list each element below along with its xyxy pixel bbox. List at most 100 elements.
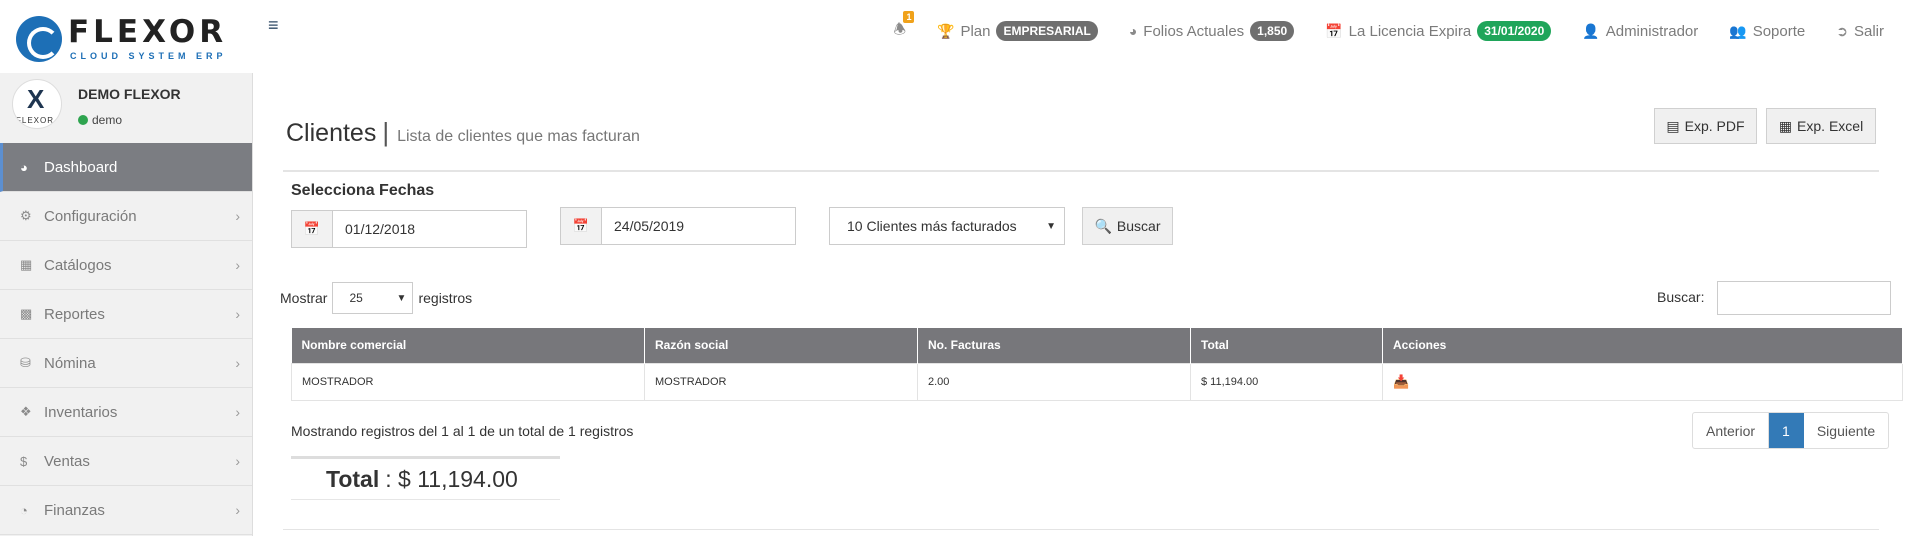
inbox-icon[interactable]: 📥 [1393,374,1409,389]
table-search-label: Buscar: [1657,289,1705,305]
sidebar-item-label: Reportes [44,305,105,323]
avatar-x-mark: X [27,84,45,114]
avatar: X FLEXOR [12,79,62,129]
user-label: Administrador [1605,22,1699,40]
date-from-input[interactable]: 01/12/2018 [333,210,527,248]
cell-razon: MOSTRADOR [644,362,918,401]
sidebar-item-label: Configuración [44,207,137,225]
chevron-right-icon: › [235,453,240,469]
user-profile: X FLEXOR DEMO FLEXOR demo [0,73,252,143]
column-header[interactable]: Total [1190,328,1383,363]
pager-page-1[interactable]: 1 [1769,413,1804,448]
sidebar-item-label: Dashboard [44,158,118,176]
tachometer-icon: ◕ [1128,23,1138,39]
license-indicator[interactable]: 📅 La Licencia Expira 31/01/2020 [1325,21,1552,41]
dollar-icon: $ [20,453,28,469]
pagination: Anterior 1 Siguiente [1692,412,1890,449]
flexor-logo[interactable]: FLEXOR CLOUD SYSTEM ERP [16,13,240,65]
sidebar-item-ventas[interactable]: $ Ventas › [0,437,252,486]
sidebar-toggle-icon[interactable]: ≡ [268,15,279,36]
pager-next[interactable]: Siguiente [1804,413,1888,448]
bottom-divider [283,529,1879,530]
sidebar-item-nomina[interactable]: ⛁ Nómina › [0,339,252,388]
date-from-group: 📅 01/12/2018 [291,210,527,248]
table-search-input[interactable] [1717,281,1891,315]
sidebar-item-label: Inventarios [44,403,118,421]
logo-text: FLEXOR [68,14,228,50]
gears-icon: ⚙ [20,208,32,223]
search-button[interactable]: 🔍 Buscar [1082,207,1173,245]
sidebar-item-reportes[interactable]: ▩ Reportes › [0,290,252,339]
plan-indicator[interactable]: 🏆 Plan EMPRESARIAL [937,21,1098,41]
date-to-input[interactable]: 24/05/2019 [602,207,796,245]
logo-tagline: CLOUD SYSTEM ERP [70,51,227,61]
sidebar-item-catalogos[interactable]: ▦ Catálogos › [0,241,252,290]
database-icon: ⛁ [20,355,31,370]
support-label: Soporte [1752,22,1806,40]
cell-nombre: MOSTRADOR [291,362,645,401]
dashboard-icon: ◕ [20,159,28,175]
notifications-button[interactable]: 🕭 1 [893,11,915,43]
cell-acciones: 📥 [1382,362,1903,401]
folios-indicator[interactable]: ◕ Folios Actuales 1,850 [1128,21,1295,41]
search-button-label: Buscar [1116,218,1161,234]
sidebar-item-label: Catálogos [44,256,112,274]
page-length-select[interactable]: 25 ▼ [332,282,414,314]
plan-badge: EMPRESARIAL [996,21,1098,41]
sidebar-item-configuracion[interactable]: ⚙ Configuración › [0,192,252,241]
export-pdf-label: Exp. PDF [1684,118,1745,134]
top-clients-select[interactable]: 10 Clientes más facturados ▼ [829,207,1065,245]
calendar-icon[interactable]: 📅 [291,210,333,248]
logout-link[interactable]: ➲ Salir [1836,23,1884,40]
chevron-right-icon: › [235,404,240,420]
chevron-right-icon: › [235,502,240,518]
logo-cloud-icon [16,16,62,62]
table-row: MOSTRADOR MOSTRADOR 2.00 $ 11,194.00 📥 [291,362,1903,401]
user-icon: 👤 [1582,22,1600,39]
plan-label: Plan [960,22,991,40]
folios-badge: 1,850 [1250,21,1295,41]
main-content: Clientes | Lista de clientes que mas fac… [253,73,1912,536]
logout-label: Salir [1853,22,1884,40]
bell-icon: 🕭 1 [893,11,915,43]
bar-chart-icon: ▩ [20,306,33,321]
calendar-icon[interactable]: 📅 [560,207,602,245]
table-info: Mostrando registros del 1 al 1 de un tot… [291,423,634,439]
top-nav-items: 🕭 1 🏆 Plan EMPRESARIAL ◕ Folios Actuales … [893,11,1884,43]
search-icon: 🔍 [1094,217,1112,234]
pager-prev[interactable]: Anterior [1693,413,1770,448]
column-header[interactable]: Acciones [1382,328,1903,363]
sidebar-item-inventarios[interactable]: ❖ Inventarios › [0,388,252,437]
page-subtitle: Lista de clientes que mas facturan [397,128,640,145]
column-header[interactable]: Nombre comercial [291,328,645,363]
notifications-badge: 1 [903,11,915,23]
sidebar-item-label: Nómina [44,354,96,372]
pie-chart-icon: ◔ [20,502,28,518]
user-menu[interactable]: 👤 Administrador [1582,23,1698,40]
calendar-icon: 📅 [1325,22,1343,39]
column-header[interactable]: Razón social [644,328,918,363]
trophy-icon: 🏆 [937,22,955,39]
total-label: Total [326,465,380,492]
top-clients-select-value: 10 Clientes más facturados [847,218,1017,234]
date-section-label: Selecciona Fechas [291,182,435,199]
support-link[interactable]: 👥 Soporte [1729,23,1805,40]
folios-label: Folios Actuales [1143,22,1245,40]
chevron-right-icon: › [235,355,240,371]
license-badge: 31/01/2020 [1477,21,1552,41]
profile-status: demo [78,113,122,127]
profile-name: DEMO FLEXOR [78,86,181,102]
date-to-group: 📅 24/05/2019 [560,207,796,245]
page-length-value: 25 [349,291,363,305]
profile-status-label: demo [92,113,123,127]
sidebar-item-finanzas[interactable]: ◔ Finanzas › [0,486,252,535]
column-header[interactable]: No. Facturas [917,328,1191,363]
sidebar-item-dashboard[interactable]: ◕ Dashboard [0,143,252,192]
sign-out-icon: ➲ [1836,22,1848,39]
dropbox-icon: ❖ [20,404,32,419]
caret-down-icon: ▼ [1046,220,1056,232]
export-excel-label: Exp. Excel [1797,118,1864,134]
export-excel-button[interactable]: ▦ Exp. Excel [1766,108,1876,144]
records-label: registros [418,290,473,306]
export-pdf-button[interactable]: ▤ Exp. PDF [1654,108,1757,144]
